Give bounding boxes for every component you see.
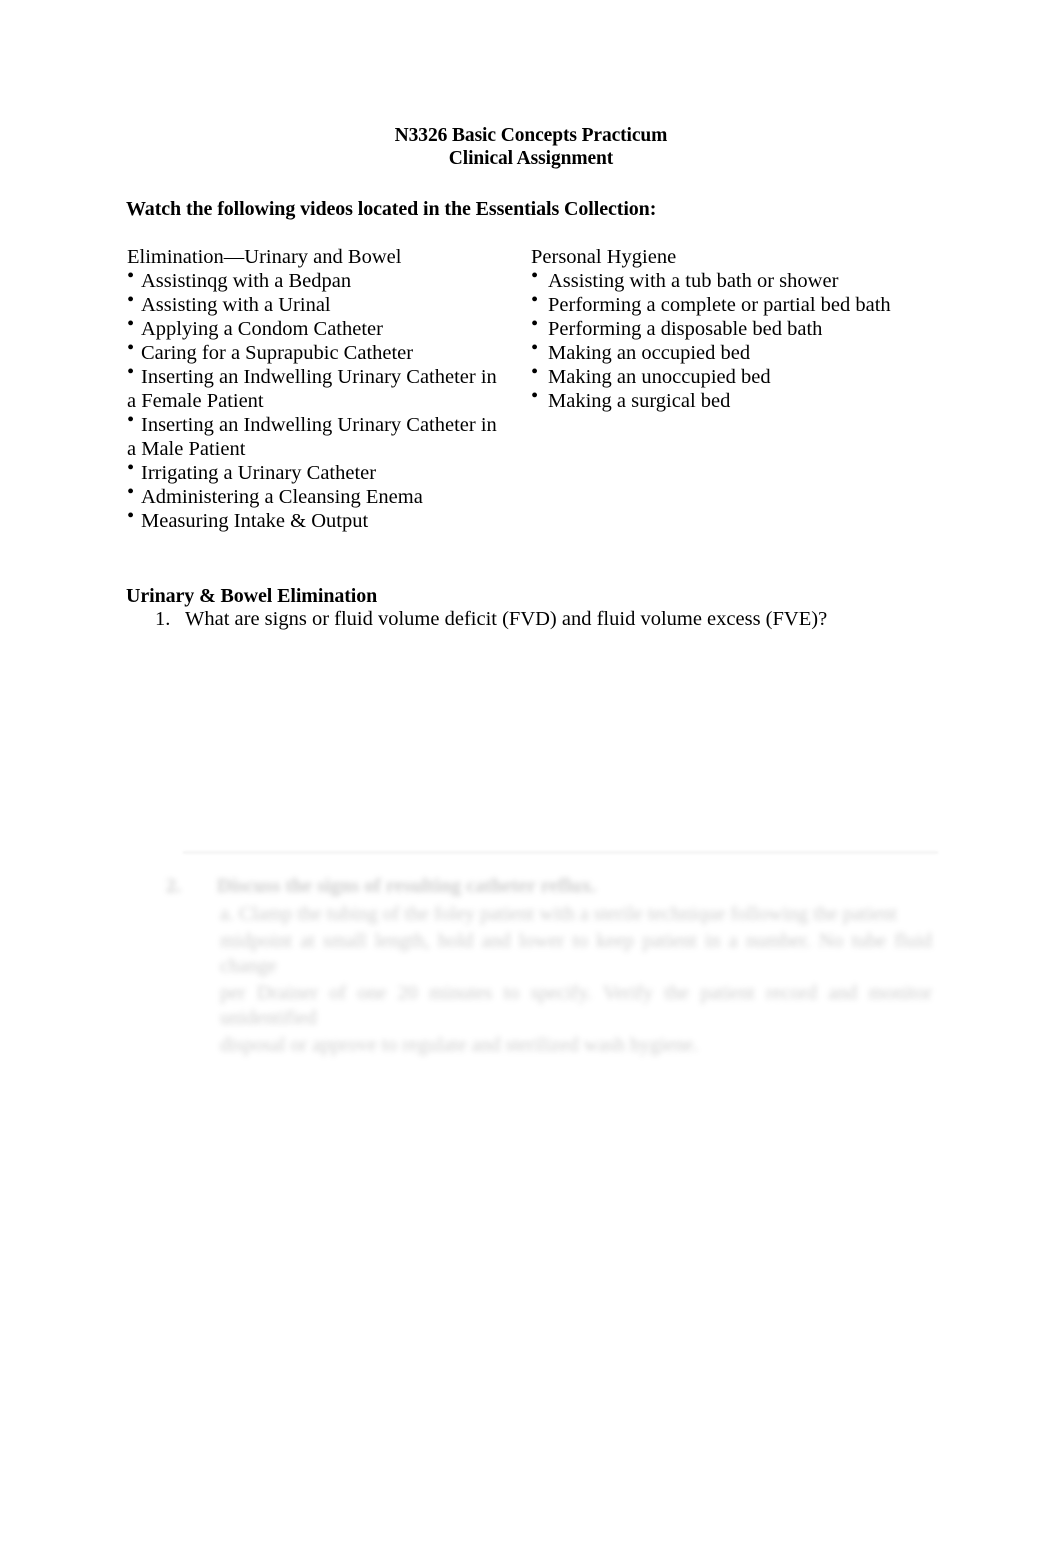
- list-item-label: Making an occupied bed: [548, 342, 751, 364]
- obscured-item-heading: Discuss the signs of resulting catheter …: [217, 875, 597, 897]
- obscured-body-line: per Drainer of one 20 minutes to specify…: [220, 982, 932, 1029]
- bullet-icon: •: [531, 361, 539, 383]
- bullet-icon: •: [127, 457, 135, 479]
- title-line-1: N3326 Basic Concepts Practicum: [394, 125, 668, 146]
- list-item: • Administering a Cleansing Enema: [127, 481, 507, 509]
- list-item-label: Assisting with a tub bath or shower: [548, 270, 839, 292]
- bullet-icon: •: [127, 481, 135, 503]
- document-page: N3326 Basic Concepts Practicum Clinical …: [0, 0, 1062, 1556]
- bullet-icon: •: [127, 361, 135, 383]
- question-list: 1. What are signs or fluid volume defici…: [126, 607, 926, 631]
- list-item-label: Administering a Cleansing Enema: [141, 486, 423, 508]
- section-heading-urinary-bowel: Urinary & Bowel Elimination: [126, 585, 378, 607]
- column-elimination: Elimination—Urinary and Bowel • Assistinq…: [127, 245, 507, 533]
- obscured-body-line: a. Clamp the tubing of the foley patient…: [220, 902, 898, 925]
- obscured-text-block: 2. Discuss the signs of resulting cathet…: [158, 874, 948, 1058]
- bullet-icon: •: [127, 313, 135, 335]
- list-item: • Performing a complete or partial bed ba…: [531, 289, 931, 317]
- bullet-icon: •: [127, 409, 135, 431]
- list-item: • Making a surgical bed: [531, 385, 931, 413]
- list-item: • Measuring Intake & Output: [127, 505, 507, 533]
- bullet-icon: •: [127, 505, 135, 527]
- bullet-icon: •: [127, 337, 135, 359]
- list-item: • Assisting with a Urinal: [127, 289, 507, 317]
- list-item-label: Assistinqg with a Bedpan: [141, 270, 352, 292]
- bullet-icon: •: [531, 385, 539, 407]
- question-text: What are signs or fluid volume deficit (…: [185, 608, 828, 630]
- list-item-label: Caring for a Suprapubic Catheter: [141, 342, 414, 364]
- obscured-item-number: 2.: [166, 875, 181, 897]
- list-item-label: Performing a complete or partial bed bat…: [548, 294, 891, 316]
- list-item-label: Making an unoccupied bed: [548, 366, 771, 388]
- list-item-label: Making a surgical bed: [548, 390, 731, 412]
- list-item-label: Inserting an Indwelling Urinary Catheter…: [127, 414, 497, 460]
- column-personal-hygiene: Personal Hygiene • Assisting with a tub b…: [531, 245, 931, 413]
- page-title: N3326 Basic Concepts Practicum Clinical …: [0, 124, 1062, 170]
- bullet-icon: •: [127, 265, 135, 287]
- title-line-2: Clinical Assignment: [448, 148, 614, 169]
- bullet-icon: •: [531, 313, 539, 335]
- list-item-label: Applying a Condom Catheter: [141, 318, 383, 340]
- list-item: • Performing a disposable bed bath: [531, 313, 931, 341]
- list-item: • Assistinqg with a Bedpan: [127, 265, 507, 293]
- bullet-icon: •: [531, 289, 539, 311]
- list-item: • Making an occupied bed: [531, 337, 931, 365]
- bullet-icon: •: [127, 289, 135, 311]
- watch-videos-heading: Watch the following videos located in th…: [126, 198, 657, 220]
- column-heading-personal-hygiene: Personal Hygiene: [531, 246, 677, 268]
- list-item: • Inserting an Indwelling Urinary Cathete…: [127, 409, 507, 461]
- obscured-body-line: disposal or approve to regulate and ster…: [220, 1034, 699, 1056]
- list-item: • Irrigating a Urinary Catheter: [127, 457, 507, 485]
- list-item: • Caring for a Suprapubic Catheter: [127, 337, 507, 365]
- bullet-icon: •: [531, 265, 539, 287]
- bullet-icon: •: [531, 337, 539, 359]
- list-item-label: Assisting with a Urinal: [141, 294, 331, 316]
- personal-hygiene-video-list: • Assisting with a tub bath or shower • Pe…: [531, 265, 931, 413]
- obscured-heading-row: 2. Discuss the signs of resulting cathet…: [158, 874, 948, 899]
- list-item-label: Inserting an Indwelling Urinary Catheter…: [127, 366, 497, 412]
- question-item: 1. What are signs or fluid volume defici…: [126, 607, 926, 631]
- list-item: • Assisting with a tub bath or shower: [531, 265, 931, 293]
- question-number: 1.: [155, 608, 171, 630]
- list-item: • Making an unoccupied bed: [531, 361, 931, 389]
- list-item: • Inserting an Indwelling Urinary Cathete…: [127, 361, 507, 413]
- column-heading-elimination: Elimination—Urinary and Bowel: [127, 246, 402, 268]
- list-item-label: Performing a disposable bed bath: [548, 318, 823, 340]
- list-item-label: Measuring Intake & Output: [141, 510, 369, 532]
- elimination-video-list: • Assistinqg with a Bedpan • Assisting wit…: [127, 265, 507, 533]
- list-item-label: Irrigating a Urinary Catheter: [141, 462, 377, 484]
- faded-divider: [183, 852, 938, 853]
- list-item: • Applying a Condom Catheter: [127, 313, 507, 341]
- obscured-body-line: midpoint at small length, hold and lower…: [220, 930, 932, 977]
